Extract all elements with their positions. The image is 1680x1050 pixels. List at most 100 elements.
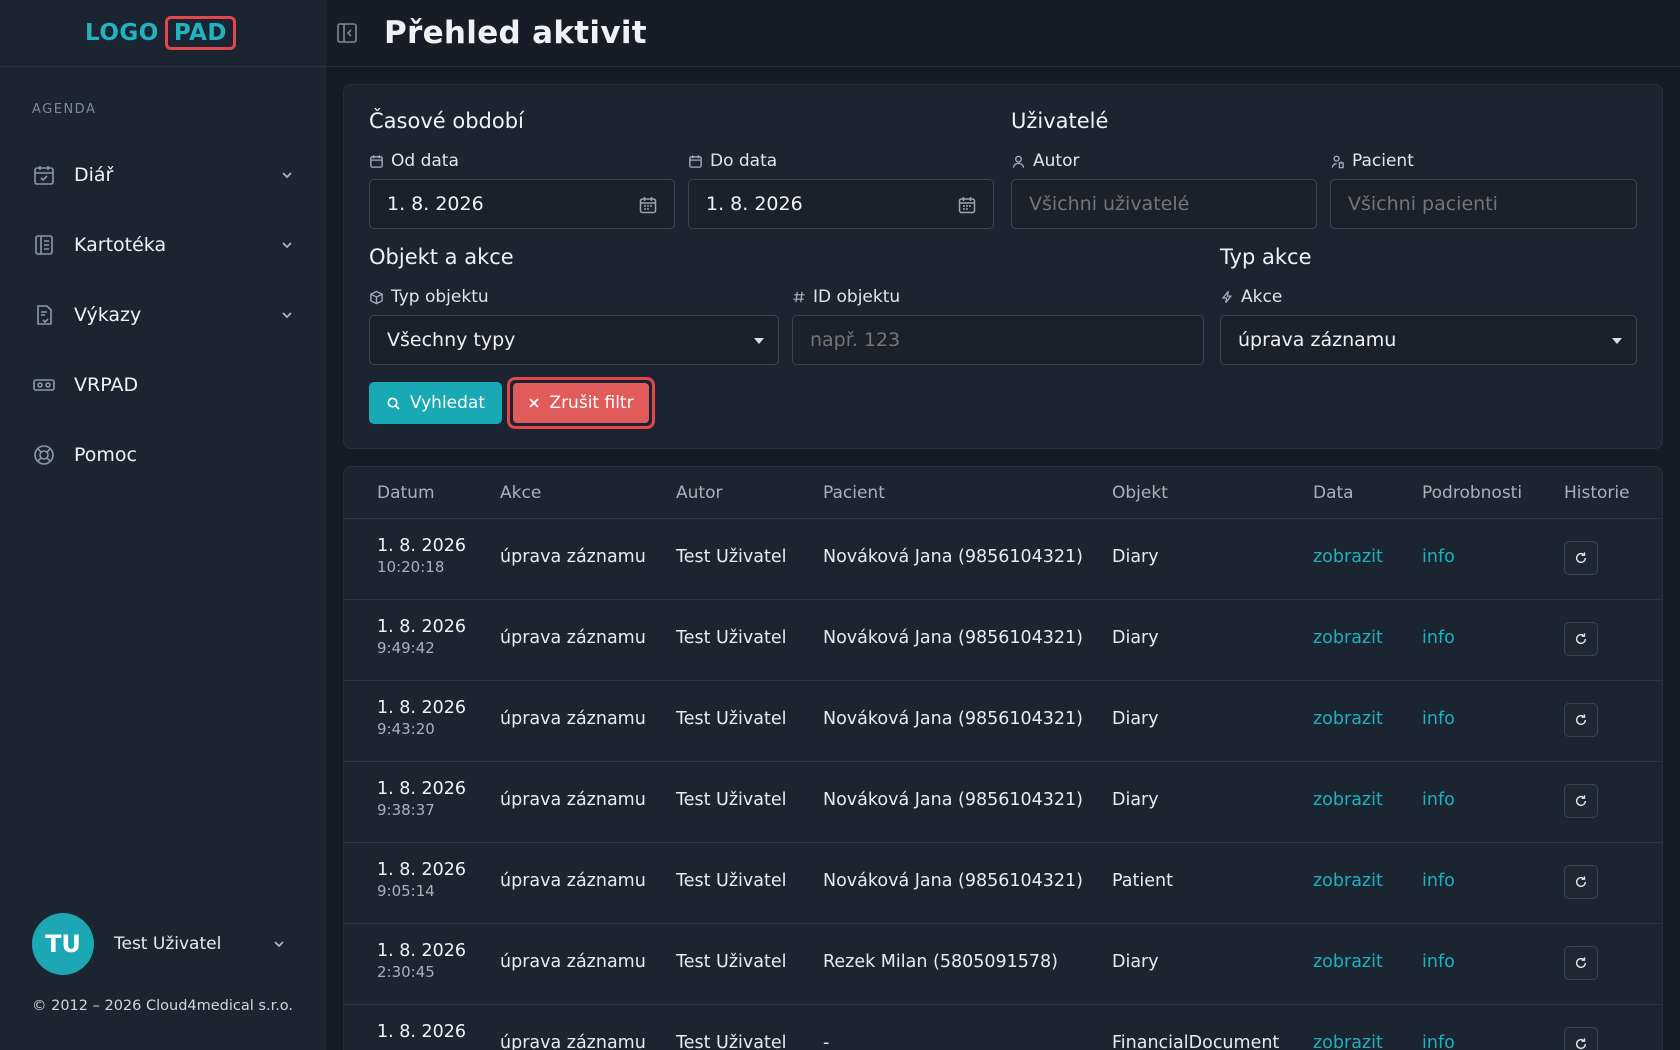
sidebar: LOGO PAD AGENDA Diář Kartotéka Výkazy VR… — [0, 0, 326, 1050]
cell-date-time: 9:43:20 — [377, 720, 435, 738]
history-button[interactable] — [1564, 784, 1598, 818]
action-select[interactable]: úprava záznamu — [1220, 315, 1637, 365]
action-label: Akce — [1220, 287, 1282, 307]
to-date-input[interactable]: 1. 8. 2026 — [688, 179, 994, 229]
column-header-data[interactable]: Data — [1313, 483, 1354, 503]
calendar-icon[interactable] — [957, 195, 977, 215]
patient-input[interactable] — [1330, 179, 1637, 229]
table-row: 1. 8. 2026 10:20:18 úprava záznamu Test Uži… — [344, 519, 1662, 600]
sidebar-item-vrpad[interactable]: VRPAD — [32, 350, 294, 420]
calendar-icon — [689, 154, 702, 168]
sidebar-item-diar[interactable]: Diář — [32, 140, 294, 210]
info-link[interactable]: info — [1422, 628, 1455, 648]
history-button[interactable] — [1564, 541, 1598, 575]
column-header-author[interactable]: Autor — [676, 483, 722, 503]
user-menu[interactable]: TU Test Uživatel — [32, 912, 294, 976]
sidebar-item-kartoteka[interactable]: Kartotéka — [32, 210, 294, 280]
column-header-object[interactable]: Objekt — [1112, 483, 1168, 503]
info-link[interactable]: info — [1422, 547, 1455, 567]
chevron-down-icon — [282, 172, 292, 179]
logo[interactable]: LOGO PAD — [85, 16, 236, 50]
column-header-details[interactable]: Podrobnosti — [1422, 483, 1522, 503]
calendar-icon[interactable] — [638, 195, 658, 215]
search-button-label: Vyhledat — [409, 393, 486, 413]
patient-label: Pacient — [1330, 151, 1414, 171]
to-date-value: 1. 8. 2026 — [706, 193, 803, 215]
author-input[interactable] — [1011, 179, 1317, 229]
show-data-link[interactable]: zobrazit — [1313, 1033, 1383, 1050]
author-label: Autor — [1011, 151, 1079, 171]
clear-filter-button[interactable]: Zrušit filtr — [513, 383, 649, 423]
logo-text: LOGO — [85, 20, 159, 46]
show-data-link[interactable]: zobrazit — [1313, 790, 1383, 810]
chevron-down-icon — [282, 242, 292, 249]
cell-object: Diary — [1112, 547, 1159, 567]
action-label-text: Akce — [1241, 287, 1283, 307]
history-button[interactable] — [1564, 703, 1598, 737]
sidebar-item-vykazy[interactable]: Výkazy — [32, 280, 294, 350]
calendar-icon — [370, 154, 383, 168]
table-row: 1. 8. 2026 9:05:14 úprava záznamu Test Uživ… — [344, 843, 1662, 924]
patient-field[interactable] — [1348, 193, 1619, 215]
search-button[interactable]: Vyhledat — [369, 382, 502, 424]
show-data-link[interactable]: zobrazit — [1313, 547, 1383, 567]
show-data-link[interactable]: zobrazit — [1313, 628, 1383, 648]
info-link[interactable]: info — [1422, 790, 1455, 810]
object-id-input[interactable] — [792, 315, 1204, 365]
cell-author: Test Uživatel — [676, 547, 787, 567]
cell-date: 1. 8. 2026 9:05:14 — [377, 860, 466, 900]
history-button[interactable] — [1564, 865, 1598, 899]
object-type-select[interactable]: Všechny typy — [369, 315, 779, 365]
show-data-link[interactable]: zobrazit — [1313, 871, 1383, 891]
show-data-link[interactable]: zobrazit — [1313, 709, 1383, 729]
object-id-label-text: ID objektu — [813, 287, 901, 307]
cell-date: 1. 8. 2026 9:49:42 — [377, 617, 466, 657]
table-row: 1. 8. 2026 9:38:37 úprava záznamu Test Uživ… — [344, 762, 1662, 843]
from-date-input[interactable]: 1. 8. 2026 — [369, 179, 675, 229]
table-row: 1. 8. 2026 9:43:20 úprava záznamu Test Uživ… — [344, 681, 1662, 762]
object-type-label: Typ objektu — [369, 287, 489, 307]
cell-date-time: 9:38:37 — [377, 801, 435, 819]
logo-badge: PAD — [164, 16, 236, 50]
history-button[interactable] — [1564, 622, 1598, 656]
report-icon — [32, 303, 56, 327]
header: Přehled aktivit — [326, 0, 1680, 67]
info-link[interactable]: info — [1422, 1033, 1455, 1050]
column-header-patient[interactable]: Pacient — [823, 483, 885, 503]
cell-object: Diary — [1112, 709, 1159, 729]
page-title: Přehled aktivit — [384, 15, 647, 51]
info-link[interactable]: info — [1422, 709, 1455, 729]
from-date-label-text: Od data — [391, 151, 459, 171]
object-type-label-text: Typ objektu — [391, 287, 489, 307]
table-header: Datum Akce Autor Pacient Objekt Data Pod… — [344, 467, 1662, 519]
cell-action: úprava záznamu — [500, 790, 646, 810]
show-data-link[interactable]: zobrazit — [1313, 952, 1383, 972]
sidebar-item-pomoc[interactable]: Pomoc — [32, 420, 294, 490]
from-date-value: 1. 8. 2026 — [387, 193, 484, 215]
refresh-icon — [1575, 957, 1587, 969]
chevron-down-icon — [282, 312, 292, 319]
sidebar-collapse-icon[interactable] — [336, 22, 358, 44]
table-row: 1. 8. 2026 úprava záznamu Test Uživatel - Fi… — [344, 1005, 1662, 1050]
cell-date: 1. 8. 2026 2:30:45 — [377, 941, 466, 981]
to-date-label-text: Do data — [710, 151, 778, 171]
column-header-date[interactable]: Datum — [377, 483, 435, 503]
history-button[interactable] — [1564, 946, 1598, 980]
cell-object: Diary — [1112, 790, 1159, 810]
cell-object: FinancialDocument — [1112, 1033, 1280, 1050]
info-link[interactable]: info — [1422, 952, 1455, 972]
history-button[interactable] — [1564, 1027, 1598, 1050]
user-name: Test Uživatel — [114, 934, 222, 954]
sidebar-item-label: Výkazy — [74, 304, 142, 326]
object-id-field[interactable] — [810, 329, 1186, 351]
column-header-action[interactable]: Akce — [500, 483, 541, 503]
cell-date-day: 1. 8. 2026 — [377, 536, 467, 556]
cell-date-day: 1. 8. 2026 — [377, 860, 467, 880]
info-link[interactable]: info — [1422, 871, 1455, 891]
table-row: 1. 8. 2026 2:30:45 úprava záznamu Test Uživ… — [344, 924, 1662, 1005]
cell-date-time: 2:30:45 — [377, 963, 435, 981]
cell-patient: Nováková Jana (9856104321) — [823, 871, 1083, 891]
close-icon — [529, 398, 540, 408]
column-header-history[interactable]: Historie — [1564, 483, 1630, 503]
author-field[interactable] — [1029, 193, 1299, 215]
